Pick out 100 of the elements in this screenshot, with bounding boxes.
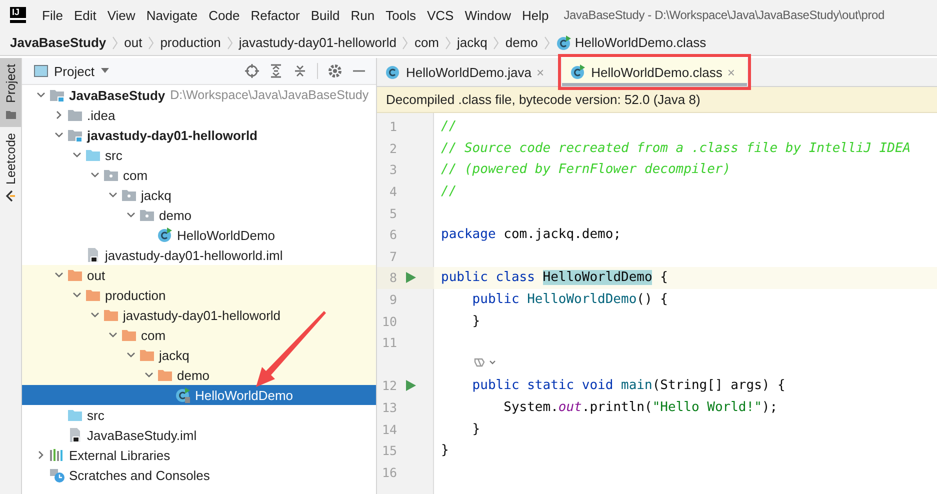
code-line: } [471,314,480,329]
tree-item[interactable]: javastudy-day01-helloworld.iml [22,245,376,265]
editor-tab[interactable]: HelloWorldDemo.class × [562,58,747,86]
tree-item[interactable]: demo [22,365,376,385]
module-file-icon [85,247,101,263]
line-number: 6 [388,227,397,242]
project-view-dropdown[interactable]: Project [34,64,110,78]
side-tab[interactable]: Leetcode [0,126,21,208]
chevron-down-icon[interactable] [126,350,136,360]
breadcrumb[interactable]: javastudy-day01-helloworld [238,35,396,50]
tree-item[interactable]: javastudy-day01-helloworld [22,125,376,145]
expand-all-icon[interactable] [269,64,283,78]
breadcrumb[interactable]: demo [505,35,538,50]
code-line: } [441,443,449,458]
chevron-down-icon[interactable] [108,330,118,340]
line-number: 5 [388,206,397,221]
code-line: // Source code recreated from a .class file by IntelliJ IDEA [441,140,911,156]
menu-item[interactable]: VCS [426,8,454,22]
folder-icon [4,108,16,121]
breadcrumb[interactable]: JavaBaseStudy [10,35,106,50]
chevron-right-icon[interactable] [36,450,46,460]
tree-item[interactable]: Scratches and Consoles [22,465,376,485]
window-title: JavaBaseStudy - D:\Workspace\Java\JavaBaseStudy\out\prod [564,8,884,22]
scratches-icon [49,467,65,483]
side-tab[interactable]: Project [0,58,21,127]
line-number: 8 [388,270,397,286]
menu-item[interactable]: View [107,8,136,22]
chevron-down-icon[interactable] [126,210,136,220]
line-number: 9 [388,292,397,308]
code-line: } [471,422,480,437]
tree-item[interactable]: production [22,285,376,305]
breadcrumb[interactable]: jackq [457,35,488,50]
collapse-all-icon[interactable] [293,64,307,78]
menu-item[interactable]: Help [522,8,549,22]
class-icon [175,387,191,403]
tree-item[interactable]: jackq [22,345,376,365]
breadcrumb[interactable]: com [414,35,440,50]
tree-item[interactable]: src [22,145,376,165]
tree-item[interactable]: HelloWorldDemo [22,385,376,405]
tree-item[interactable]: .idea [22,105,376,125]
editor-tab[interactable]: HelloWorldDemo.java × [377,58,556,86]
tree-item[interactable]: demo [22,205,376,225]
chevron-down-icon[interactable] [36,90,46,100]
chevron-right-icon[interactable] [54,110,64,120]
breadcrumb[interactable]: HelloWorldDemo.class [574,35,706,50]
line-number: 4 [388,184,397,200]
tree-item[interactable]: HelloWorldDemo [22,225,376,245]
chevron-down-icon[interactable] [144,370,154,380]
module-folder-icon [67,127,83,143]
chevron-down-icon[interactable] [90,170,100,180]
line-number: 14 [380,422,397,437]
menu-item[interactable]: Code [208,8,240,22]
folder-icon [139,347,155,363]
tree-item[interactable]: javastudy-day01-helloworld [22,305,376,325]
menu-item[interactable]: File [42,8,63,22]
chevron-down-icon[interactable] [72,290,82,300]
tree-item[interactable]: JavaBaseStudy.iml [22,425,376,445]
code-line: System.out.println("Hello World!"); [502,400,778,416]
tree-item[interactable]: src [22,405,376,425]
code-line: // [441,184,457,200]
folder-icon [67,107,83,123]
class-icon [556,34,572,50]
chevron-down-icon[interactable] [90,310,100,320]
menu-item[interactable]: Navigate [146,8,198,22]
chevron-down-icon[interactable] [54,130,64,140]
breadcrumb[interactable]: out [124,35,142,50]
line-number: 12 [380,378,397,394]
package-icon [139,207,155,223]
menu-item[interactable]: Edit [74,8,96,22]
folder-icon [157,367,173,383]
class-icon [385,64,401,80]
module-file-icon [67,427,83,443]
menu-item[interactable]: Window [464,8,511,22]
tree-item[interactable]: out [22,265,376,285]
menu-item[interactable]: Run [350,8,375,22]
menu-item[interactable]: Refactor [250,8,300,22]
code-line: public HelloWorldDemo() { [471,292,668,308]
package-icon [103,167,119,183]
code-line: // [441,119,457,134]
locate-icon[interactable] [245,64,259,78]
run-icon[interactable] [406,272,416,284]
tree-item[interactable]: com [22,325,376,345]
breadcrumb[interactable]: production [160,35,221,50]
tree-item[interactable]: jackq [22,185,376,205]
tree-item[interactable]: com [22,165,376,185]
folder-icon [67,267,83,283]
line-number: 3 [388,162,397,178]
tree-item[interactable]: JavaBaseStudy D:\Workspace\Java\JavaBaseStudy [22,85,376,105]
chevron-down-icon[interactable] [54,270,64,280]
menu-item[interactable]: Build [310,8,340,22]
chevron-down-icon[interactable] [108,190,118,200]
caret-icon [100,68,110,74]
run-icon[interactable] [406,380,416,392]
chevron-down-icon[interactable] [72,150,82,160]
package-icon [121,187,137,203]
tree-item[interactable]: External Libraries [22,445,376,465]
decompiled-notice: Decompiled .class file, bytecode version: 52.0 (Java 8) [377,87,937,113]
folder-icon [85,287,101,303]
menu-item[interactable]: Tools [386,8,416,22]
settings-icon[interactable] [328,64,342,78]
